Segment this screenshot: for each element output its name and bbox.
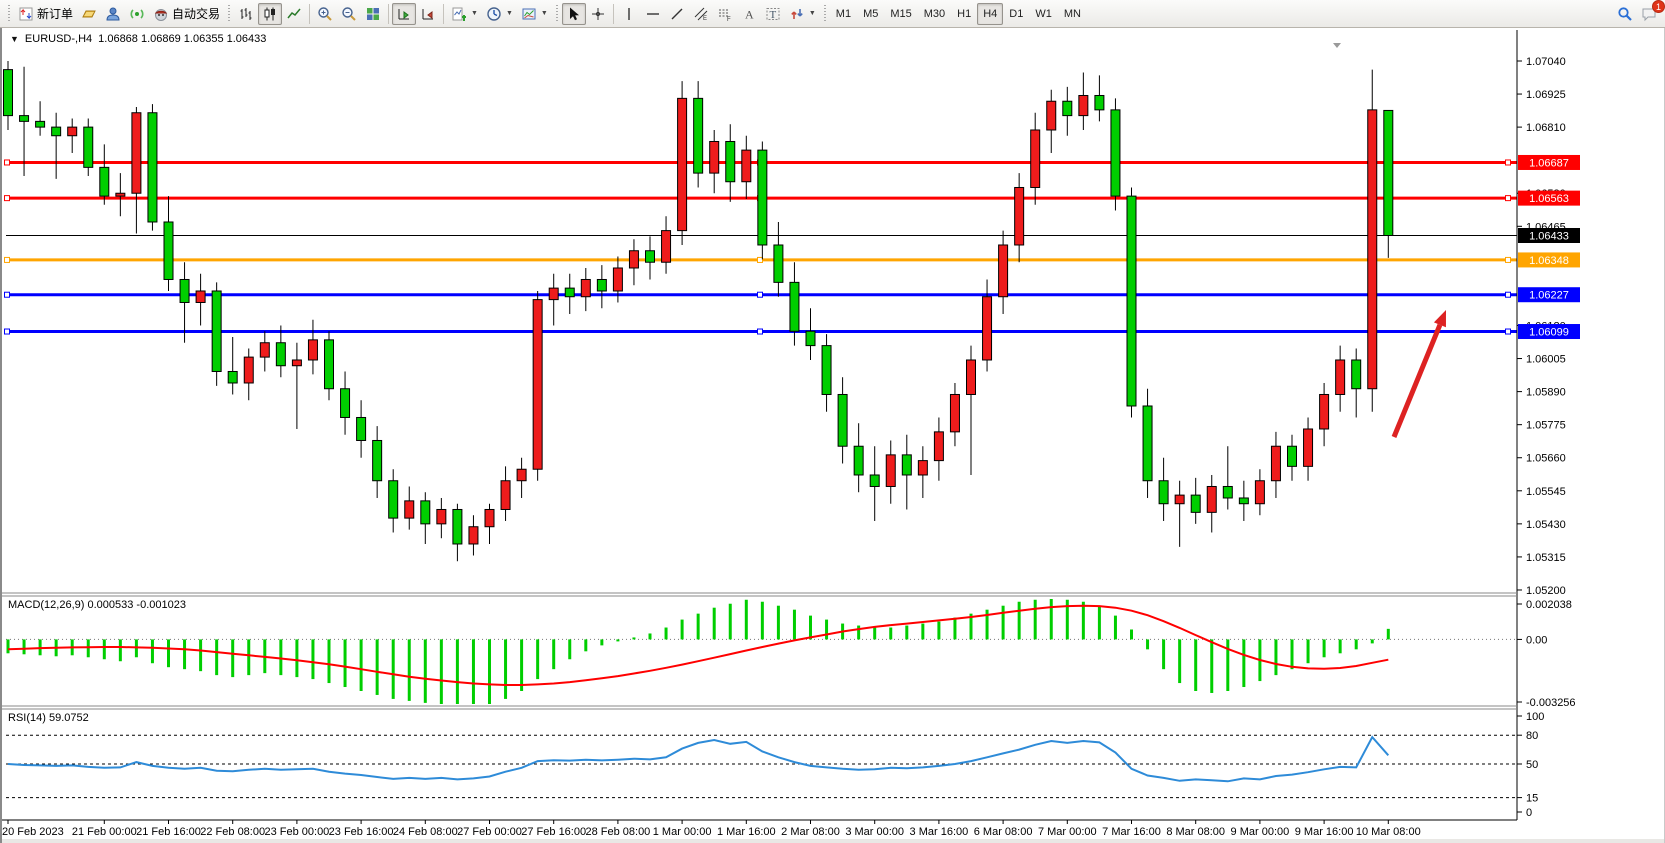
indicators-button[interactable]: ▼ xyxy=(447,3,482,25)
zoom-out-button[interactable] xyxy=(337,3,361,25)
toolbar-grip[interactable] xyxy=(555,5,559,23)
svg-text:A: A xyxy=(745,7,754,21)
horizontal-line-icon xyxy=(645,6,661,22)
text-icon: A xyxy=(741,6,757,22)
ohlc-bars-button[interactable] xyxy=(234,3,258,25)
timeframe-button-m5[interactable]: M5 xyxy=(857,3,884,25)
trendline-icon xyxy=(669,6,685,22)
chart-title: ▼ EURUSD-,H4 1.06868 1.06869 1.06355 1.0… xyxy=(10,33,266,45)
templates-button[interactable]: ▼ xyxy=(517,3,552,25)
fibonacci-icon: F xyxy=(717,6,733,22)
community-button[interactable] xyxy=(101,3,125,25)
timeframe-toolbar: M1M5M15M30H1H4D1W1MN xyxy=(830,3,1087,25)
toolbar-grip[interactable] xyxy=(7,5,11,23)
chart-shift-icon xyxy=(420,6,436,22)
toolbar-separator xyxy=(388,4,389,24)
channel-button[interactable]: E xyxy=(689,3,713,25)
dropdown-caret-icon: ▼ xyxy=(809,10,816,17)
fibonacci-button[interactable]: F xyxy=(713,3,737,25)
autotrade-icon xyxy=(153,6,169,22)
notification-badge: 1 xyxy=(1652,0,1665,13)
gold-icon xyxy=(81,6,97,22)
channel-icon: E xyxy=(693,6,709,22)
new-order-button[interactable]: 新订单 xyxy=(14,3,77,25)
dropdown-caret-icon: ▼ xyxy=(541,10,548,17)
mt4-window: { "toolbar": { "new_order_label": "新订单",… xyxy=(0,0,1665,843)
new-order-label: 新订单 xyxy=(37,5,73,22)
arrows-button[interactable]: ▼ xyxy=(785,3,820,25)
signal-button[interactable] xyxy=(125,3,149,25)
text-button[interactable]: A xyxy=(737,3,761,25)
macd-label: MACD(12,26,9) 0.000533 -0.001023 xyxy=(8,599,186,611)
vertical-line-icon xyxy=(621,6,637,22)
crosshair-button[interactable] xyxy=(586,3,610,25)
text-label-button[interactable]: T xyxy=(761,3,785,25)
cursor-icon xyxy=(566,6,582,22)
signal-icon xyxy=(129,6,145,22)
line-chart-button[interactable] xyxy=(282,3,306,25)
notifications-button[interactable]: 1 xyxy=(1637,3,1661,25)
horizontal-line-button[interactable] xyxy=(641,3,665,25)
crosshair-icon xyxy=(590,6,606,22)
svg-text:T: T xyxy=(769,9,776,21)
timeframe-button-d1[interactable]: D1 xyxy=(1003,3,1029,25)
candlestick-chart-button[interactable] xyxy=(258,3,282,25)
timeframe-button-m30[interactable]: M30 xyxy=(918,3,951,25)
timeframe-button-mn[interactable]: MN xyxy=(1058,3,1087,25)
rsi-label: RSI(14) 59.0752 xyxy=(8,712,89,724)
dropdown-caret-icon: ▼ xyxy=(506,10,513,17)
timeframe-button-m1[interactable]: M1 xyxy=(830,3,857,25)
zoom-out-icon xyxy=(341,6,357,22)
cursor-button[interactable] xyxy=(562,3,586,25)
autoscroll-icon xyxy=(396,6,412,22)
timeframe-button-h1[interactable]: H1 xyxy=(951,3,977,25)
dropdown-caret-icon: ▼ xyxy=(471,10,478,17)
autoscroll-button[interactable] xyxy=(392,3,416,25)
line-chart-icon xyxy=(286,6,302,22)
zoom-in-button[interactable] xyxy=(313,3,337,25)
chart-dropdown-icon[interactable]: ▼ xyxy=(10,34,19,44)
arrows-icon xyxy=(789,6,805,22)
toolbar-grip[interactable] xyxy=(227,5,231,23)
trendline-button[interactable] xyxy=(665,3,689,25)
zoom-in-icon xyxy=(317,6,333,22)
chart-window xyxy=(0,28,1665,843)
toolbar-separator xyxy=(443,4,444,24)
toolbar-separator xyxy=(309,4,310,24)
new-order-icon xyxy=(18,6,34,22)
text-label-icon: T xyxy=(765,6,781,22)
svg-text:E: E xyxy=(703,16,707,22)
search-icon xyxy=(1617,6,1633,22)
periods-button[interactable]: ▼ xyxy=(482,3,517,25)
autotrading-label: 自动交易 xyxy=(172,5,220,22)
timeframe-button-h4[interactable]: H4 xyxy=(977,3,1003,25)
ohlc-bars-icon xyxy=(238,6,254,22)
periods-icon xyxy=(486,6,502,22)
community-icon xyxy=(105,6,121,22)
chart-ohlc: 1.06868 1.06869 1.06355 1.06433 xyxy=(98,33,266,45)
svg-text:F: F xyxy=(727,17,731,22)
templates-icon xyxy=(521,6,537,22)
tile-windows-button[interactable] xyxy=(361,3,385,25)
search-button[interactable] xyxy=(1613,3,1637,25)
gold-button[interactable] xyxy=(77,3,101,25)
toolbar-separator xyxy=(613,4,614,24)
candlestick-icon xyxy=(262,6,278,22)
add-indicator-icon xyxy=(451,6,467,22)
toolbar-grip[interactable] xyxy=(823,5,827,23)
chart-shift-button[interactable] xyxy=(416,3,440,25)
timeframe-button-w1[interactable]: W1 xyxy=(1029,3,1058,25)
tile-windows-icon xyxy=(365,6,381,22)
chart-symbol: EURUSD-,H4 xyxy=(25,33,92,45)
autotrading-button[interactable]: 自动交易 xyxy=(149,3,224,25)
timeframe-button-m15[interactable]: M15 xyxy=(884,3,917,25)
vertical-line-button[interactable] xyxy=(617,3,641,25)
main-toolbar: 新订单 自动交易 ▼ ▼ xyxy=(0,0,1665,28)
